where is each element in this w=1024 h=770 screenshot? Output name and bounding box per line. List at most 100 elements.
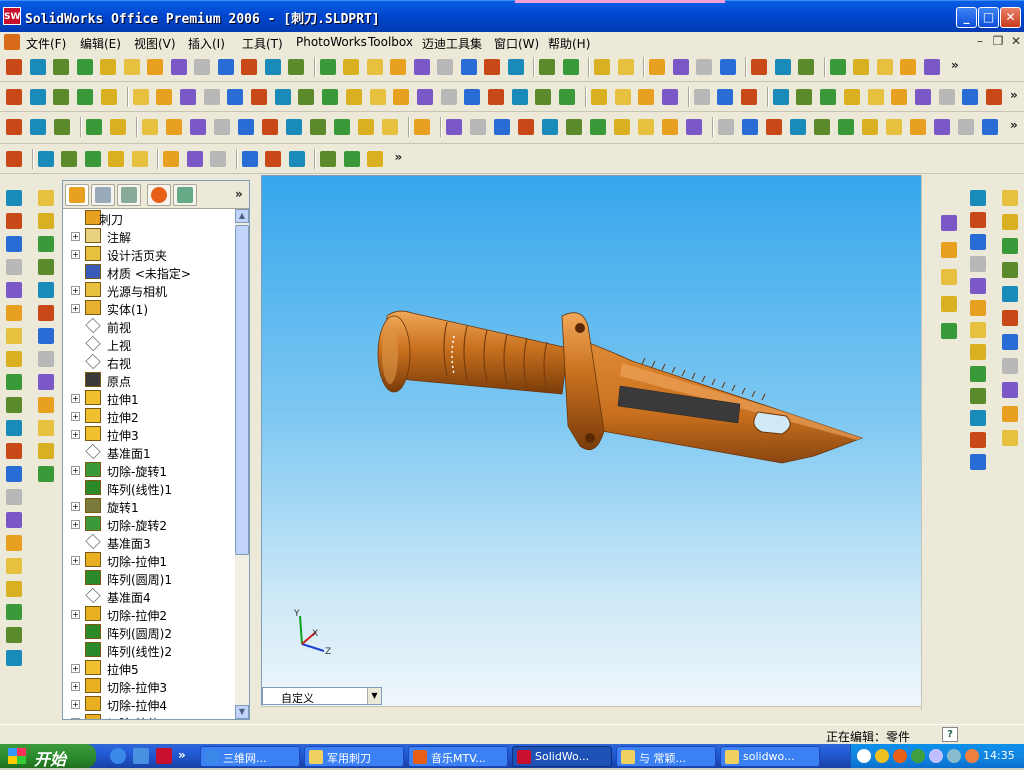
tb4-tool-13-icon[interactable] — [320, 151, 336, 167]
taskbar-button[interactable]: 三维网... — [200, 746, 300, 767]
tb1-tool-24-icon[interactable] — [562, 59, 579, 75]
tb3-tool-3-icon[interactable] — [54, 119, 70, 135]
tb1-tool-19-icon[interactable] — [437, 59, 453, 75]
tb2-tool-19-icon[interactable] — [440, 89, 457, 105]
tb2-tool-31-icon[interactable] — [741, 89, 757, 105]
doc-minimize-icon[interactable]: – — [972, 33, 988, 49]
lefticons-tool-6-icon[interactable] — [38, 305, 54, 321]
menu-insert[interactable]: 插入(I) — [188, 35, 225, 52]
tb4-tool-5-icon[interactable] — [108, 151, 124, 167]
lefticons-tool-5-icon[interactable] — [38, 282, 54, 298]
tb1-tool-31-icon[interactable] — [751, 59, 767, 75]
model-canvas[interactable]: Y X Z — [262, 176, 936, 709]
tb3-tool-16-icon[interactable] — [382, 119, 398, 135]
tb2-tool-32-icon[interactable] — [772, 89, 789, 105]
lefticons-tool-14-icon[interactable] — [6, 489, 22, 505]
tb2-tool-21-icon[interactable] — [488, 89, 504, 105]
graphics-viewport[interactable]: Y X Z — [261, 175, 937, 710]
tb3-tool-22-icon[interactable] — [542, 119, 558, 135]
tb2-tool-17-icon[interactable] — [393, 89, 410, 105]
tb3-tool-30-icon[interactable] — [742, 119, 758, 135]
feature-tree-node[interactable]: + 实体(1) — [63, 299, 233, 317]
tb1-chevron-icon[interactable]: » — [951, 58, 959, 72]
lefticons-tool-12-icon[interactable] — [6, 443, 22, 459]
tb4-tool-7-icon[interactable] — [163, 151, 179, 167]
feature-tree-node[interactable]: 前视 — [63, 317, 233, 335]
tb2-tool-11-icon[interactable] — [251, 89, 267, 105]
tb3-tool-11-icon[interactable] — [262, 119, 278, 135]
tb1-tool-11-icon[interactable] — [241, 59, 257, 75]
feature-tree-node[interactable]: 基准面1 — [63, 443, 233, 461]
tb3-tool-5-icon[interactable] — [110, 119, 126, 135]
tb4-tool-10-icon[interactable] — [241, 151, 258, 167]
rpanel-tool-6-icon[interactable] — [1002, 310, 1018, 326]
expand-toggle-icon[interactable]: + — [71, 610, 80, 619]
tb1-tool-16-icon[interactable] — [366, 59, 383, 75]
rpanel-tool-2-icon[interactable] — [970, 212, 986, 228]
tb3-tool-21-icon[interactable] — [518, 119, 534, 135]
tb2-tool-30-icon[interactable] — [717, 89, 734, 105]
feature-tree-node[interactable]: 阵列(圆周)2 — [63, 623, 233, 641]
tb2-tool-1-icon[interactable] — [6, 89, 22, 105]
tb1-tool-29-icon[interactable] — [696, 59, 712, 75]
tb2-tool-26-icon[interactable] — [614, 89, 631, 105]
tb3-tool-4-icon[interactable] — [86, 119, 102, 135]
feature-tree-node[interactable]: + 光源与相机 — [63, 281, 233, 299]
tb3-tool-31-icon[interactable] — [766, 119, 782, 135]
rpanel-tool-1-icon[interactable] — [1002, 190, 1018, 206]
feature-tree-node[interactable]: + 拉伸2 — [63, 407, 233, 425]
lefticons-tool-10-icon[interactable] — [6, 397, 22, 413]
tb1-tool-34-icon[interactable] — [829, 59, 846, 75]
tb4-tool-6-icon[interactable] — [131, 151, 148, 167]
tb1-tool-8-icon[interactable] — [170, 59, 187, 75]
tb1-tool-23-icon[interactable] — [539, 59, 555, 75]
tb2-tool-22-icon[interactable] — [511, 89, 528, 105]
tb1-tool-33-icon[interactable] — [798, 59, 814, 75]
lefticons-tool-5-icon[interactable] — [6, 282, 22, 298]
lefticons-tool-9-icon[interactable] — [6, 374, 22, 390]
tb1-tool-25-icon[interactable] — [594, 59, 610, 75]
tb3-tool-24-icon[interactable] — [590, 119, 606, 135]
expand-toggle-icon[interactable]: + — [71, 502, 80, 511]
tb3-tool-1-icon[interactable] — [6, 119, 22, 135]
feature-tree-node[interactable]: + 切除-拉伸3 — [63, 677, 233, 695]
tab-feature-tree[interactable] — [65, 184, 89, 206]
expand-toggle-icon[interactable]: + — [71, 286, 80, 295]
quicklaunch-chevron-icon[interactable]: » — [178, 748, 186, 762]
expand-toggle-icon[interactable]: + — [71, 700, 80, 709]
tb4-tool-3-icon[interactable] — [61, 151, 77, 167]
tb2-tool-4-icon[interactable] — [77, 89, 94, 105]
lefticons-tool-15-icon[interactable] — [6, 512, 22, 528]
rpanel-tool-3-icon[interactable] — [1002, 238, 1018, 254]
tb1-tool-22-icon[interactable] — [507, 59, 524, 75]
tb3-tool-13-icon[interactable] — [310, 119, 326, 135]
menu-maidi-tools[interactable]: 迈迪工具集 — [422, 35, 482, 52]
close-button[interactable]: ✕ — [1000, 7, 1021, 28]
tb4-tool-12-icon[interactable] — [288, 151, 305, 167]
tab-photoworks[interactable] — [147, 184, 171, 206]
menu-view[interactable]: 视图(V) — [134, 35, 176, 52]
document-menu-icon[interactable] — [4, 34, 20, 50]
feature-tree-node[interactable]: 阵列(线性)1 — [63, 479, 233, 497]
tb2-tool-7-icon[interactable] — [156, 89, 173, 105]
tb2-tool-36-icon[interactable] — [867, 89, 884, 105]
lefticons-tool-11-icon[interactable] — [6, 420, 22, 436]
tb2-tool-27-icon[interactable] — [638, 89, 655, 105]
vtool-tool-3-icon[interactable] — [941, 269, 957, 285]
rpanel-tool-6-icon[interactable] — [970, 300, 986, 316]
rpanel-tool-12-icon[interactable] — [970, 432, 986, 448]
lefticons-tool-12-icon[interactable] — [38, 443, 54, 459]
tb2-tool-24-icon[interactable] — [559, 89, 576, 105]
rpanel-tool-9-icon[interactable] — [1002, 382, 1018, 398]
viewport-vertical-scrollbar[interactable] — [921, 175, 937, 710]
rpanel-tool-8-icon[interactable] — [1002, 358, 1018, 374]
rpanel-tool-3-icon[interactable] — [970, 234, 986, 250]
doc-close-icon[interactable]: ✕ — [1008, 33, 1024, 49]
taskbar-button[interactable]: solidwo... — [720, 746, 820, 767]
tb4-chevron-icon[interactable]: » — [395, 150, 403, 164]
expand-toggle-icon[interactable]: + — [71, 466, 80, 475]
tb3-tool-6-icon[interactable] — [142, 119, 158, 135]
lefticons-tool-6-icon[interactable] — [6, 305, 22, 321]
tb3-tool-28-icon[interactable] — [686, 119, 702, 135]
tb1-tool-36-icon[interactable] — [876, 59, 893, 75]
